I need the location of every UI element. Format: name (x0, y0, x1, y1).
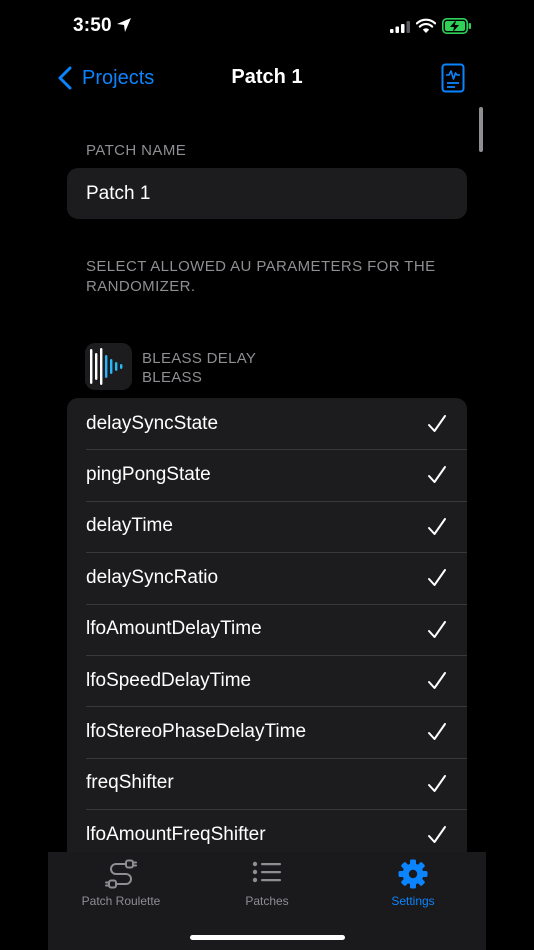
status-time: 3:50 (73, 15, 112, 36)
plugin-name: BLEASS DELAY (142, 350, 257, 367)
home-indicator[interactable] (190, 935, 345, 940)
status-bar: 3:50 (0, 0, 534, 54)
checkmark-icon (428, 569, 446, 587)
checkmark-icon (428, 466, 446, 484)
parameter-row[interactable]: delaySyncState (67, 398, 467, 449)
tab-patch-roulette[interactable]: Patch Roulette (48, 852, 194, 922)
document-waveform-icon[interactable] (441, 63, 465, 93)
tab-patches[interactable]: Patches (194, 852, 340, 922)
checkmark-icon (428, 723, 446, 741)
list-icon (252, 861, 281, 883)
checkmark-icon (428, 517, 446, 535)
parameter-label: lfoStereoPhaseDelayTime (86, 721, 307, 743)
wifi-icon (416, 18, 436, 33)
tab-label: Patch Roulette (81, 894, 161, 908)
parameter-row[interactable]: delayTime (67, 500, 467, 552)
checkmark-icon (428, 826, 446, 844)
cellular-signal-icon (390, 21, 410, 33)
parameter-label: pingPongState (86, 464, 211, 486)
tab-label: Settings (391, 894, 435, 908)
patch-name-field[interactable]: Patch 1 (67, 168, 467, 219)
roulette-icon (105, 859, 137, 889)
battery-charging-icon (442, 18, 471, 34)
randomizer-header: SELECT ALLOWED AU PARAMETERS FOR THE RAN… (86, 258, 436, 295)
parameter-row[interactable]: delaySyncRatio (67, 552, 467, 603)
parameter-label: lfoAmountFreqShifter (86, 823, 266, 845)
patch-name-header: PATCH NAME (86, 142, 187, 159)
gear-icon (398, 859, 428, 889)
parameter-label: freqShifter (86, 772, 174, 794)
checkmark-icon (428, 415, 446, 432)
parameter-row[interactable]: freqShifter (67, 757, 467, 809)
parameter-label: delaySyncRatio (86, 566, 219, 588)
parameter-row[interactable]: lfoStereoPhaseDelayTime (67, 706, 467, 757)
tab-label: Patches (245, 894, 289, 908)
parameter-row[interactable]: lfoSpeedDelayTime (67, 654, 467, 706)
checkmark-icon (428, 774, 446, 792)
parameter-list: delaySyncState pingPongState delayTime d… (67, 398, 467, 861)
parameter-label: delayTime (86, 515, 173, 537)
parameter-label: lfoAmountDelayTime (86, 618, 262, 640)
checkmark-icon (428, 671, 446, 689)
plugin-vendor: BLEASS (142, 369, 203, 386)
plugin-logo-icon (85, 343, 132, 390)
location-arrow-icon (117, 18, 131, 32)
scroll-indicator[interactable] (479, 107, 483, 152)
parameter-row[interactable]: lfoAmountDelayTime (67, 603, 467, 655)
checkmark-icon (428, 620, 446, 638)
parameter-label: lfoSpeedDelayTime (86, 669, 252, 691)
parameter-label: delaySyncState (86, 412, 219, 434)
tab-settings[interactable]: Settings (340, 852, 486, 922)
parameter-row[interactable]: pingPongState (67, 449, 467, 500)
